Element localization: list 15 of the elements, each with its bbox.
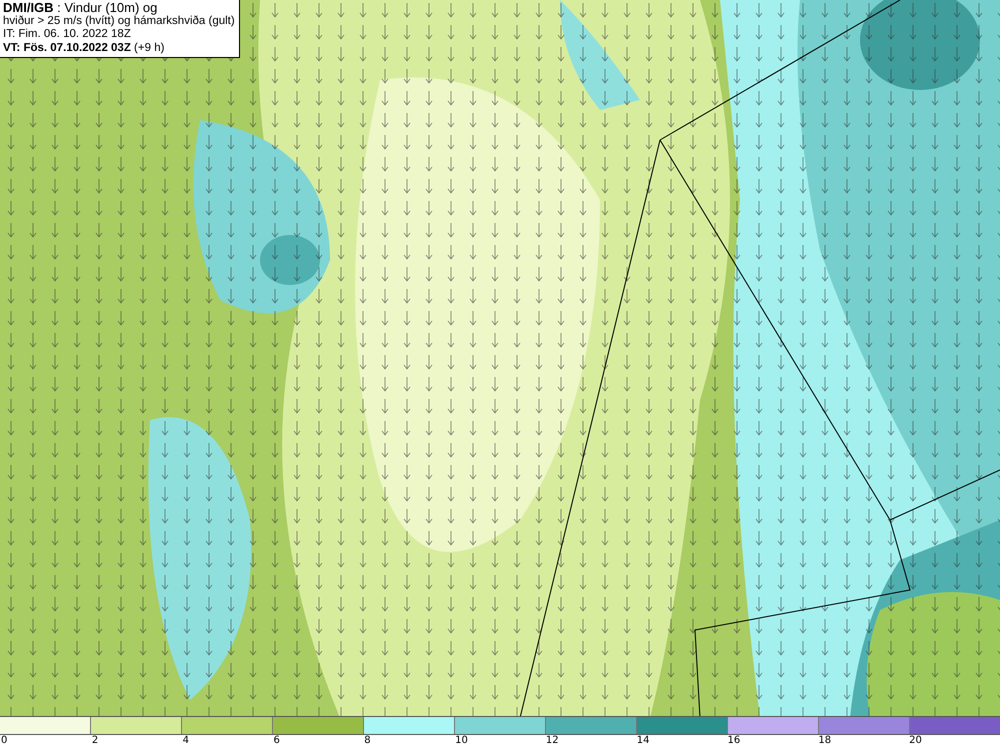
info-line: DMI/IGB : Vindur (10m) og [3,1,158,14]
legend-label: 4 [182,735,189,746]
info-line: VT: Fös. 07.10.2022 03Z (+9 h) [3,42,166,55]
info-line: IT: Fim. 06. 10. 2022 18Z [3,28,132,42]
legend-label: 20 [909,735,922,746]
legend-label: 0 [1,735,8,746]
legend-label: 6 [273,735,280,746]
legend-label: 12 [546,735,559,746]
legend-label: 14 [636,735,650,746]
legend-label: 18 [818,735,832,746]
legend-label: 16 [728,735,740,746]
info-line: hviður > 25 m/s (hvítt) og hámarkshviða (gult) [3,14,235,28]
legend-label: 2 [92,735,98,746]
legend-label: 8 [364,735,371,746]
legend-label: 10 [455,735,468,746]
